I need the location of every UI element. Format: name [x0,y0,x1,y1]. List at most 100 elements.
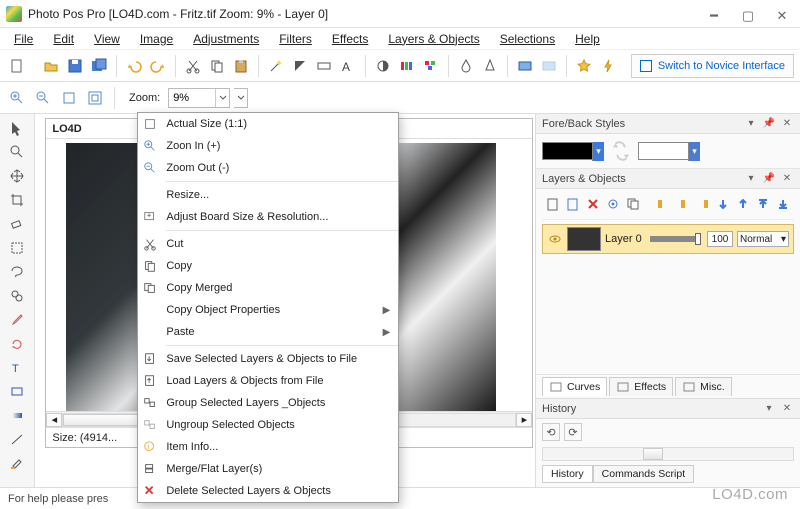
tab-curves[interactable]: Curves [542,377,607,396]
chevron-down-icon[interactable]: ▾ [688,142,700,161]
minimize-button[interactable]: ━ [706,8,722,20]
menu-item-resize[interactable]: Resize... [138,184,398,206]
sharpen-button[interactable] [479,55,501,77]
scroll-right-button[interactable]: ▸ [516,413,532,427]
history-panel-header[interactable]: History ▾ ✕ [536,399,800,419]
menu-item-help[interactable]: Help [565,30,610,48]
cut-button[interactable] [182,55,204,77]
magic-select-tool[interactable] [7,238,27,258]
tab-history[interactable]: History [542,465,593,483]
panel-menu-icon[interactable]: ▾ [744,172,758,186]
background-swatch[interactable]: ▾ [638,142,700,160]
history-redo-button[interactable]: ⟳ [564,423,582,441]
eraser-tool[interactable] [7,214,27,234]
blend-mode-select[interactable]: Normal▾ [737,231,789,247]
menu-item-copy[interactable]: Copy [138,255,398,277]
scroll-left-button[interactable]: ◂ [46,413,62,427]
menu-item-adjustments[interactable]: Adjustments [183,30,269,48]
preview2-button[interactable] [538,55,560,77]
menu-item-delete-selected-layers-objects[interactable]: Delete Selected Layers & Objects [138,480,398,502]
new-vector-layer-button[interactable] [564,195,582,213]
zoom-out-button[interactable] [32,87,54,109]
copy-button[interactable] [206,55,228,77]
menu-item-zoon-in[interactable]: Zoon In (+) [138,135,398,157]
chevron-down-icon[interactable]: ▾ [592,142,604,161]
context-menu[interactable]: Actual Size (1:1)Zoon In (+)Zoom Out (-)… [137,112,399,503]
opacity-value[interactable]: 100 [707,231,733,247]
menu-item-cut[interactable]: Cut [138,233,398,255]
menu-item-selections[interactable]: Selections [490,30,565,48]
move-tool[interactable] [7,166,27,186]
clone-tool[interactable] [7,286,27,306]
maximize-button[interactable]: ▢ [740,8,756,20]
line-tool[interactable] [7,430,27,450]
invert-selection-button[interactable] [289,55,311,77]
menu-item-effects[interactable]: Effects [322,30,378,48]
zoom-presets-button[interactable] [234,88,248,108]
redo-button[interactable] [147,55,169,77]
paint-tool[interactable] [7,454,27,474]
zoom-input[interactable] [169,92,215,104]
menu-item-edit[interactable]: Edit [43,30,84,48]
palette-button[interactable] [396,55,418,77]
menu-item-copy-merged[interactable]: Copy Merged [138,277,398,299]
delete-layer-button[interactable] [584,195,602,213]
align-right-button[interactable] [694,195,712,213]
star-button[interactable] [573,55,595,77]
move-top-button[interactable] [754,195,772,213]
foreground-swatch[interactable]: ▾ [542,142,604,160]
panel-pin-icon[interactable]: 📌 [762,117,776,131]
menu-item-item-info[interactable]: iItem Info... [138,436,398,458]
tab-effects[interactable]: Effects [609,377,673,396]
menu-item-actual-size-1-1[interactable]: Actual Size (1:1) [138,113,398,135]
zoom-fit-button[interactable] [58,87,80,109]
bounding-button[interactable] [313,55,335,77]
opacity-slider[interactable] [650,236,699,242]
zoom-tool[interactable] [7,142,27,162]
gradient-tool[interactable] [7,406,27,426]
channels-button[interactable] [420,55,442,77]
switch-novice-button[interactable]: Switch to Novice Interface [631,54,794,78]
move-down-button[interactable] [714,195,732,213]
menu-item-adjust-board-size-resolution[interactable]: Adjust Board Size & Resolution... [138,206,398,228]
layer-row[interactable]: Layer 0 100 Normal▾ [542,224,794,254]
menu-item-ungroup-selected-objects[interactable]: Ungroup Selected Objects [138,414,398,436]
shape-tool[interactable] [7,382,27,402]
menu-item-file[interactable]: File [4,30,43,48]
menu-item-merge-flat-layer-s[interactable]: Merge/Flat Layer(s) [138,458,398,480]
align-left-button[interactable] [654,195,672,213]
panel-close-icon[interactable]: ✕ [780,117,794,131]
pointer-tool[interactable] [7,118,27,138]
bolt-button[interactable] [597,55,619,77]
menu-item-paste[interactable]: Paste▶ [138,321,398,343]
menu-item-copy-object-properties[interactable]: Copy Object Properties▶ [138,299,398,321]
menu-item-view[interactable]: View [84,30,130,48]
tab-commands-script[interactable]: Commands Script [593,465,694,483]
panel-close-icon[interactable]: ✕ [780,402,794,416]
menu-item-filters[interactable]: Filters [269,30,322,48]
color-picker-tool[interactable] [7,310,27,330]
eye-icon[interactable] [547,231,563,247]
menu-item-load-layers-objects-from-file[interactable]: Load Layers & Objects from File [138,370,398,392]
layers-panel-header[interactable]: Layers & Objects ▾ 📌 ✕ [536,169,800,189]
save-all-button[interactable] [88,55,110,77]
panel-pin-icon[interactable]: 📌 [762,172,776,186]
move-bottom-button[interactable] [774,195,792,213]
panel-close-icon[interactable]: ✕ [780,172,794,186]
layer-properties-button[interactable] [604,195,622,213]
panel-menu-icon[interactable]: ▾ [762,402,776,416]
slider-knob[interactable] [695,233,701,245]
preview-button[interactable] [514,55,536,77]
menu-item-group-selected-layers-objects[interactable]: Group Selected Layers _Objects [138,392,398,414]
swap-colors-icon[interactable] [610,140,632,162]
tab-misc-[interactable]: Misc. [675,377,732,396]
history-scroll-thumb[interactable] [643,448,663,460]
new-layer-button[interactable] [544,195,562,213]
text-tool[interactable]: T [7,358,27,378]
align-center-button[interactable] [674,195,692,213]
history-undo-button[interactable]: ⟲ [542,423,560,441]
zoom-dropdown[interactable] [215,89,229,107]
duplicate-layer-button[interactable] [624,195,642,213]
new-file-button[interactable] [6,55,28,77]
zoom-actual-button[interactable] [84,87,106,109]
